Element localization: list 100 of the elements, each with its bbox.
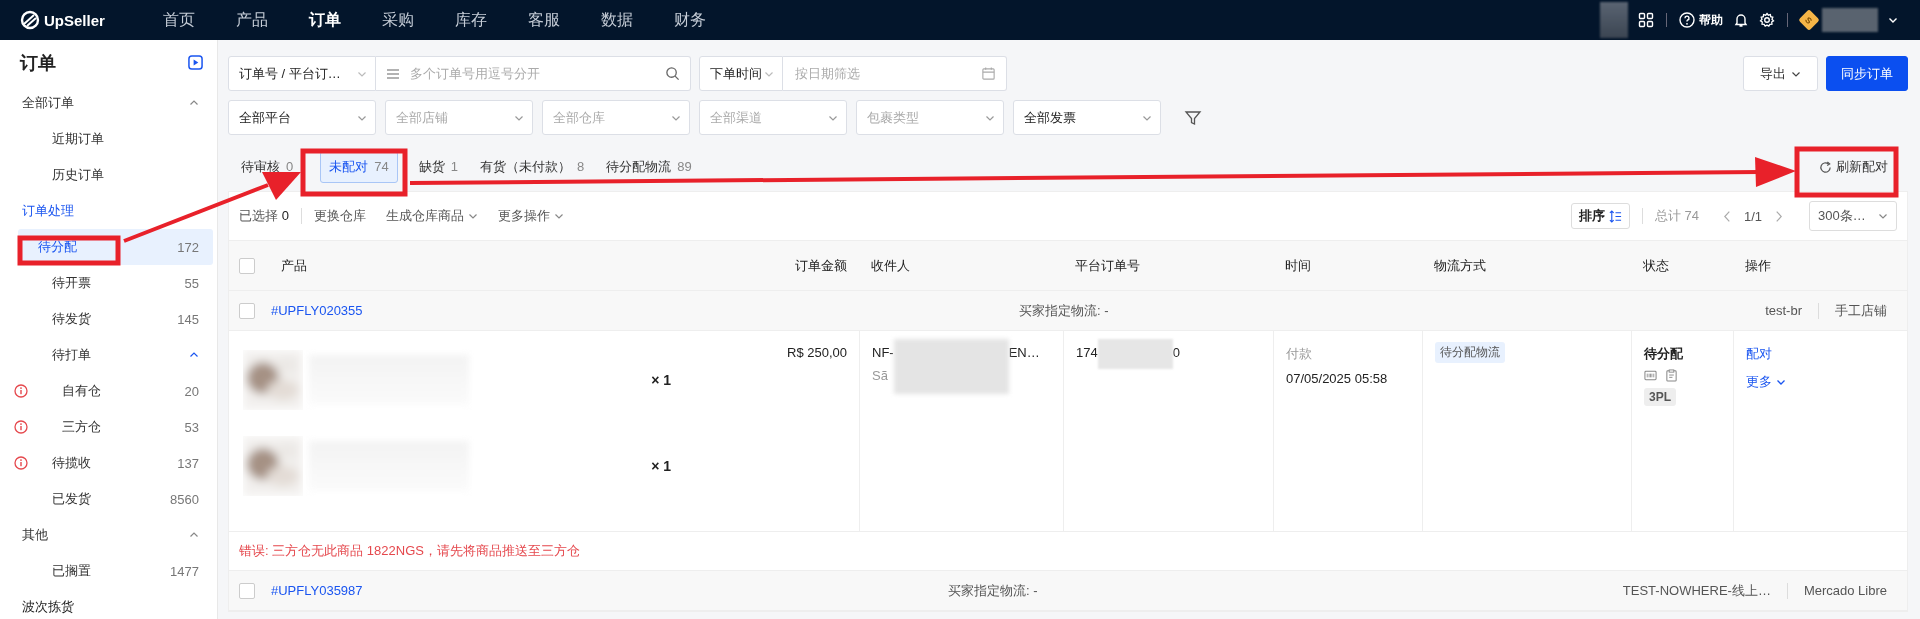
nav-tab[interactable]: 数据	[580, 9, 653, 31]
search-type-select[interactable]: 订单号 / 平台订…	[228, 56, 376, 91]
quantity: × 1	[651, 458, 671, 474]
status-tab[interactable]: 缺货 1	[409, 151, 467, 183]
filter-select[interactable]: 全部发票	[1013, 100, 1161, 135]
order-amount: R$ 250,00	[787, 345, 847, 360]
nav-tab[interactable]: 采购	[361, 9, 434, 31]
nav-tab[interactable]: 首页	[142, 9, 215, 31]
export-button[interactable]: 导出	[1743, 56, 1818, 91]
sidebar-item[interactable]: 待开票 55	[0, 265, 213, 301]
sidebar-item[interactable]: 已发货 8560	[0, 481, 213, 517]
sidebar-item[interactable]: 三方仓 53	[0, 409, 213, 445]
total-count: 总计 74	[1654, 207, 1699, 225]
checkbox[interactable]	[239, 302, 255, 319]
filter-select[interactable]: 全部平台	[228, 100, 376, 135]
status-tab[interactable]: 有货（未付款） 8	[470, 151, 594, 183]
order-time: 07/05/2025 05:58	[1286, 371, 1388, 386]
user-badge[interactable]: S	[1798, 9, 1820, 31]
checkbox[interactable]	[239, 257, 255, 274]
platform-name: Mercado Libre	[1803, 583, 1887, 598]
column-header: 订单金额	[795, 256, 847, 275]
search-icon[interactable]	[665, 66, 680, 81]
action-link[interactable]: 更多	[1746, 373, 1786, 391]
time-type-select[interactable]: 下单时间	[699, 56, 783, 91]
refresh-match-button[interactable]: 刷新配对	[1819, 158, 1888, 176]
status-tag: 3PL	[1644, 388, 1676, 406]
apps-icon[interactable]	[1638, 12, 1654, 28]
nav-tab[interactable]: 库存	[434, 9, 507, 31]
page-indicator: 1/1	[1743, 208, 1762, 224]
sidebar-item[interactable]: 已搁置 1477	[0, 553, 213, 589]
order-status: 待分配	[1644, 345, 1683, 363]
nav-tab[interactable]: 订单	[288, 9, 361, 31]
recipient-name: EN…	[1008, 345, 1040, 360]
status-tab[interactable]: 待分配物流 89	[597, 151, 701, 183]
caret-icon	[1878, 211, 1888, 221]
status-tab[interactable]: 待审核 0	[232, 151, 303, 183]
sync-orders-button[interactable]: 同步订单	[1826, 56, 1908, 91]
search-field[interactable]: 多个订单号用逗号分开	[408, 65, 657, 82]
action-link[interactable]: 配对	[1746, 345, 1772, 363]
order-id-link[interactable]: #UPFLY035987	[271, 583, 363, 598]
sidebar-group[interactable]: 波次拣货	[22, 598, 74, 616]
warning-icon	[14, 384, 28, 398]
platform-order-number: 0	[1172, 345, 1180, 360]
blurred-block	[1822, 8, 1878, 32]
platform-name: 手工店铺	[1835, 301, 1887, 320]
sidebar-group[interactable]: 其他	[22, 526, 48, 544]
nav-tab[interactable]: 财务	[653, 9, 726, 31]
logo-text: UpSeller	[44, 11, 105, 29]
calendar-icon	[981, 66, 996, 81]
store-name: test-br	[1765, 303, 1802, 318]
date-field[interactable]: 按日期筛选	[783, 56, 1007, 91]
nav-tab[interactable]: 产品	[215, 9, 288, 31]
error-message: 错误: 三方仓无此商品 1822NGS，请先将商品推送至三方仓	[239, 542, 580, 560]
selected-count: 已选择 0	[239, 207, 289, 225]
caret-icon	[553, 211, 564, 221]
sidebar-item[interactable]: 近期订单	[0, 121, 213, 157]
order-id-link[interactable]: #UPFLY020355	[271, 303, 363, 318]
list-icon	[386, 66, 400, 81]
caret-icon	[467, 211, 478, 221]
warning-icon	[14, 456, 28, 470]
page-size-select[interactable]: 300条…	[1809, 201, 1897, 231]
toolbar-action[interactable]: 生成仓库商品	[385, 207, 478, 225]
logo-icon	[20, 10, 40, 30]
sidebar-item[interactable]: 自有仓 20	[0, 373, 213, 409]
buyer-logistics: 买家指定物流: -	[947, 582, 1038, 598]
toolbar-action[interactable]: 更多操作	[497, 207, 564, 225]
recipient-name: NF-	[872, 345, 894, 360]
date-field[interactable]: 按日期筛选	[793, 65, 973, 82]
sidebar-item[interactable]: 待揽收 137	[0, 445, 213, 481]
logistics-tag: 待分配物流	[1435, 342, 1505, 363]
settings-icon[interactable]	[1759, 12, 1775, 28]
sort-button[interactable]: 排序	[1570, 203, 1630, 229]
time-label: 付款	[1286, 345, 1312, 363]
filter-icon[interactable]	[1184, 108, 1202, 127]
caret-icon[interactable]	[1888, 15, 1898, 25]
help-link[interactable]: 帮助	[1679, 11, 1723, 29]
sidebar-group[interactable]: 待打单	[52, 346, 91, 364]
checkbox[interactable]	[239, 582, 255, 599]
sidebar-group[interactable]: 全部订单	[22, 94, 74, 112]
search-field[interactable]: 多个订单号用逗号分开	[376, 56, 691, 91]
recipient-city: Sã	[872, 368, 889, 383]
barcode-icon	[1644, 369, 1657, 382]
play-icon[interactable]	[188, 55, 203, 70]
sidebar-group[interactable]: 订单处理	[22, 202, 74, 220]
sidebar-title: 订单	[20, 51, 56, 75]
column-header: 时间	[1285, 256, 1311, 275]
quantity: × 1	[651, 372, 671, 388]
sidebar-item[interactable]: 历史订单	[0, 157, 213, 193]
column-header: 收件人	[871, 256, 910, 275]
help-icon	[1679, 12, 1695, 28]
platform-order-number: 174	[1076, 345, 1098, 360]
nav-tab[interactable]: 客服	[507, 9, 580, 31]
toolbar-action[interactable]: 更换仓库	[313, 207, 366, 225]
column-header: 状态	[1643, 256, 1669, 275]
warning-icon	[14, 420, 28, 434]
column-header: 物流方式	[1434, 256, 1486, 275]
sidebar-item[interactable]: 待发货 145	[0, 301, 213, 337]
bell-icon[interactable]	[1733, 12, 1749, 28]
refresh-icon	[1819, 160, 1832, 174]
column-header: 产品	[281, 256, 307, 275]
